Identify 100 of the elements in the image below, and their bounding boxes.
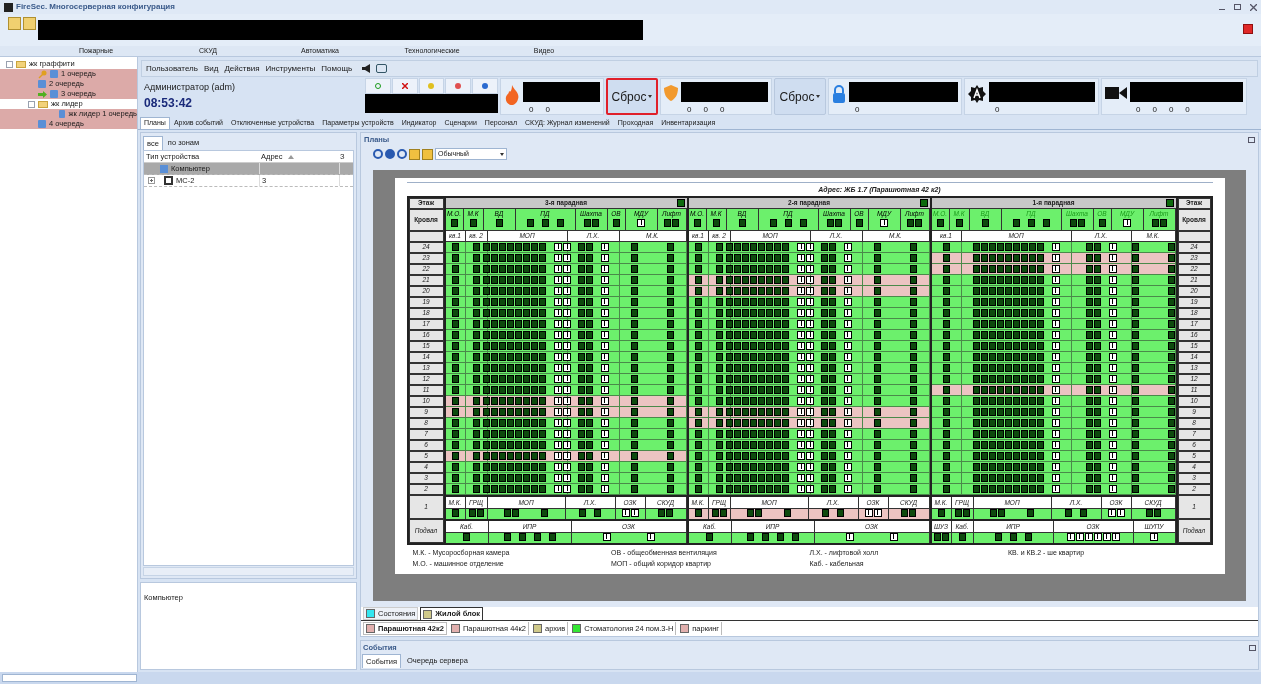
device-icons-drawing <box>1085 462 1117 471</box>
device-icons-drawing <box>631 429 674 438</box>
device-icons-drawing <box>577 341 609 350</box>
menu-item[interactable]: Действия <box>224 62 260 75</box>
counter-value: 0 <box>1168 104 1174 116</box>
horizontal-scrollbar[interactable] <box>143 567 354 576</box>
counter-value: 0 <box>529 104 534 116</box>
device-icons-drawing <box>577 484 609 493</box>
computer-icon <box>38 120 46 128</box>
device-icons-drawing <box>874 352 917 361</box>
device-icons-drawing <box>577 440 609 449</box>
device-icons-drawing <box>1085 385 1117 394</box>
device-icons-drawing <box>631 363 674 372</box>
device-icons-drawing <box>1085 363 1117 372</box>
device-icons-drawing <box>820 297 852 306</box>
user-name: Администратор (adm) <box>144 80 236 94</box>
device-icons-drawing <box>1131 363 1175 372</box>
counter-value: 0 <box>995 104 1000 116</box>
device-icons-drawing <box>631 352 674 361</box>
maximize-icon[interactable] <box>1234 4 1241 10</box>
device-icons-drawing <box>820 264 852 273</box>
menu-item[interactable]: Инструменты <box>265 62 316 75</box>
caret-icon <box>816 95 821 98</box>
device-icons-drawing <box>1131 352 1175 361</box>
zoom-icon[interactable] <box>373 149 383 159</box>
device-icons-drawing <box>1131 385 1175 394</box>
caret-icon <box>500 152 504 156</box>
device-icons-drawing <box>577 451 609 460</box>
device-icons-drawing <box>820 407 852 416</box>
device-icons-drawing <box>577 308 609 317</box>
stop-status-button[interactable] <box>445 78 472 94</box>
speaker-icon[interactable] <box>362 64 371 73</box>
counter-value: 0 <box>855 104 860 116</box>
device-icons-drawing <box>936 218 944 227</box>
expand-icon[interactable] <box>148 177 155 185</box>
device-icons-drawing <box>874 308 917 317</box>
device-icons-drawing <box>631 418 674 427</box>
zoom-out-icon[interactable] <box>397 149 407 159</box>
device-icons-drawing <box>631 407 674 416</box>
device-icons-drawing <box>631 286 674 295</box>
device-icons-drawing <box>658 508 673 517</box>
menu-item[interactable]: Пользователь <box>146 62 198 75</box>
collapse-icon[interactable] <box>1165 198 1174 207</box>
device-icons-drawing <box>820 286 852 295</box>
device-icons-drawing <box>880 218 888 227</box>
device-icons-drawing <box>711 508 727 517</box>
device-icons-drawing <box>820 396 852 405</box>
horizontal-scrollbar[interactable] <box>2 674 137 682</box>
device-icons-drawing <box>1131 341 1175 350</box>
info-status-button[interactable] <box>472 78 498 94</box>
device-icons-drawing <box>631 385 674 394</box>
device-icons-drawing <box>631 297 674 306</box>
device-icons-drawing <box>1131 330 1175 339</box>
counter-value: 0 <box>687 104 692 116</box>
device-icons-drawing <box>1131 286 1175 295</box>
device-icons-drawing <box>631 242 674 251</box>
device-icons-drawing <box>631 341 674 350</box>
device-icons-drawing <box>901 508 916 517</box>
blank-header-cell <box>408 230 444 242</box>
window-title: FireSec. Многосерверная конфигурация <box>16 1 175 13</box>
device-icons-drawing <box>820 341 852 350</box>
menu-item[interactable]: Вид <box>203 62 219 75</box>
device-icons-drawing <box>1131 440 1175 449</box>
device-icons-drawing <box>1085 319 1117 328</box>
device-icons-drawing <box>954 508 970 517</box>
menu-item[interactable]: Помощь <box>321 62 353 75</box>
reset-dropdown-button[interactable]: Сброс <box>606 78 658 115</box>
device-icons-drawing <box>874 374 917 383</box>
device-icons-drawing <box>738 218 746 227</box>
device-icons-drawing <box>631 308 674 317</box>
reset-dropdown-button[interactable]: Сброс <box>774 78 826 115</box>
device-icons-drawing <box>577 352 609 361</box>
device-icons-drawing <box>1085 440 1117 449</box>
folder-icon <box>16 60 26 68</box>
counter-value: 0 <box>545 104 550 116</box>
device-icons-drawing <box>820 429 852 438</box>
collapse-icon[interactable] <box>919 198 928 207</box>
pointer-icon[interactable] <box>422 148 433 160</box>
device-icons-drawing <box>1131 308 1175 317</box>
lock-icon <box>832 85 846 103</box>
device-icons-drawing <box>1131 429 1175 438</box>
zoom-in-icon[interactable] <box>385 149 395 159</box>
device-icons-drawing <box>820 275 852 284</box>
device-icons-drawing <box>1085 352 1117 361</box>
restore-icon[interactable] <box>1248 136 1255 143</box>
minimize-icon[interactable] <box>1219 8 1225 10</box>
fit-icon[interactable] <box>409 148 420 160</box>
device-icons-drawing <box>874 462 917 471</box>
sort-ascending-icon <box>288 154 295 159</box>
restore-icon[interactable] <box>1249 644 1256 651</box>
device-icons-drawing <box>826 218 842 227</box>
device-icons-drawing <box>874 253 917 262</box>
shield-icon <box>664 85 678 101</box>
device-icons-drawing <box>820 374 852 383</box>
close-icon[interactable] <box>1250 3 1257 11</box>
device-icons-drawing <box>820 473 852 482</box>
collapse-icon[interactable] <box>676 198 685 207</box>
close-status-button[interactable] <box>391 78 418 94</box>
device-icons-drawing <box>1131 462 1175 471</box>
device-icons-drawing <box>693 218 701 227</box>
